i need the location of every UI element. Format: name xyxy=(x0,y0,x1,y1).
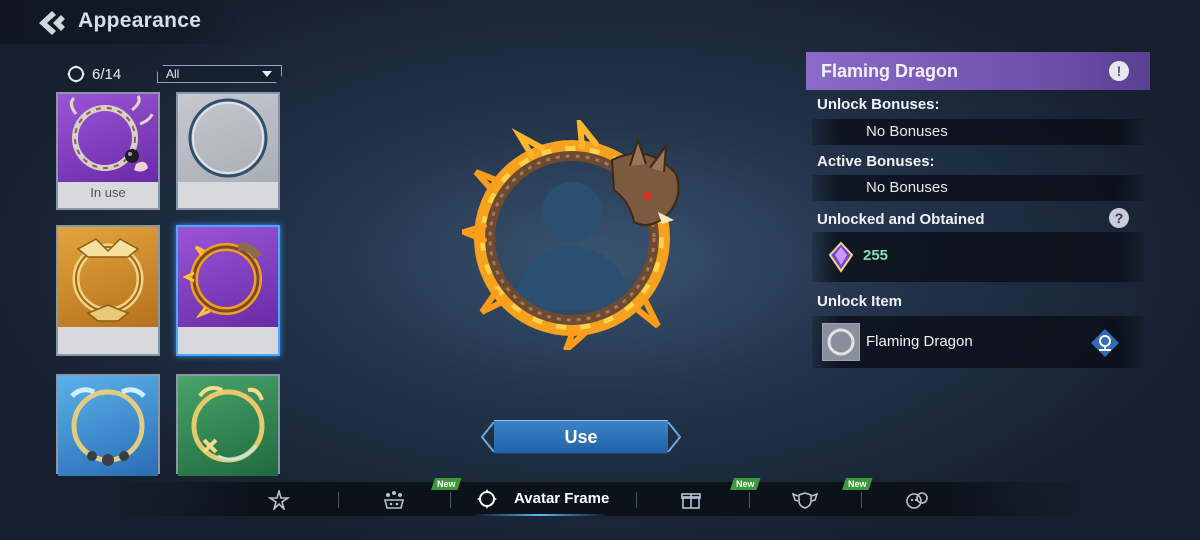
golden-leaf-frame-icon xyxy=(191,386,265,463)
frame-count-icon xyxy=(67,65,85,83)
shield-wings-icon xyxy=(792,492,818,509)
frame-tile-flaming-dragon[interactable] xyxy=(176,225,280,356)
unlock-item-thumbnail xyxy=(822,323,860,361)
unlock-item-title: Unlock Item xyxy=(817,293,903,310)
nav-item-gift[interactable] xyxy=(680,482,710,516)
bottom-nav: New Avatar Frame New New xyxy=(120,482,1080,516)
gift-box-icon xyxy=(681,493,701,509)
golden-ornate-frame-icon xyxy=(72,238,144,322)
nav-active-underline xyxy=(470,514,610,516)
crown-dots-icon xyxy=(383,491,405,509)
nav-separator xyxy=(338,492,339,508)
filter-value: All xyxy=(166,67,180,81)
unlock-item-name: Flaming Dragon xyxy=(866,333,973,350)
unlock-bonuses-value: No Bonuses xyxy=(866,123,948,140)
collection-count: 6/14 xyxy=(66,64,121,84)
new-badge: New xyxy=(730,478,761,490)
location-pin-icon[interactable] xyxy=(1090,328,1120,358)
unlocked-obtained-strip: 255 xyxy=(812,232,1144,282)
frame-name: Flaming Dragon xyxy=(821,61,959,81)
active-bonuses-value: No Bonuses xyxy=(866,179,948,196)
emote-icon xyxy=(906,492,928,509)
active-bonuses-strip: No Bonuses xyxy=(812,175,1144,201)
back-arrow-icon[interactable] xyxy=(36,9,70,37)
nav-active-label: Avatar Frame xyxy=(514,490,610,507)
chevron-down-icon xyxy=(261,68,273,80)
star-burst-icon xyxy=(268,490,290,510)
frame-tile-plain-silver[interactable] xyxy=(176,92,280,210)
wave-pearl-frame-icon xyxy=(70,387,146,466)
nav-separator xyxy=(749,492,750,508)
active-bonuses-title: Active Bonuses: xyxy=(817,153,935,170)
frame-tile-pearl-coral[interactable]: In use xyxy=(56,92,160,210)
unlocked-obtained-value: 255 xyxy=(863,247,889,264)
flaming-dragon-frame-icon xyxy=(182,242,262,319)
frame-tile-golden-ornate[interactable] xyxy=(56,225,160,356)
nav-item-crown[interactable] xyxy=(382,482,412,516)
frame-preview xyxy=(454,114,698,353)
plain-silver-frame-icon xyxy=(188,98,268,178)
right-arrow-decoration-icon xyxy=(667,422,682,452)
page-title: Appearance xyxy=(78,9,202,32)
unlock-item-row[interactable]: Flaming Dragon xyxy=(812,316,1144,368)
nav-separator xyxy=(861,492,862,508)
flaming-dragon-frame-preview xyxy=(454,114,680,353)
nav-separator xyxy=(636,492,637,508)
filter-dropdown[interactable]: All xyxy=(157,65,282,83)
crystal-currency-icon xyxy=(828,241,854,273)
use-button-label: Use xyxy=(564,427,598,447)
frame-thumbnail-icon xyxy=(827,328,855,356)
nav-item-star-burst[interactable] xyxy=(268,482,298,516)
nav-item-avatar-frame[interactable]: Avatar Frame xyxy=(450,482,628,516)
collection-count-text: 6/14 xyxy=(92,65,122,83)
unlock-bonuses-title: Unlock Bonuses: xyxy=(817,96,940,113)
tile-status: In use xyxy=(90,185,126,200)
pearl-coral-frame-icon xyxy=(69,95,154,172)
new-badge: New xyxy=(842,478,873,490)
nav-item-shield-wings[interactable] xyxy=(792,482,822,516)
frame-tile-golden-leaf[interactable] xyxy=(176,374,280,476)
nav-item-emote[interactable] xyxy=(904,482,934,516)
avatar-frame-icon xyxy=(477,489,497,509)
frame-tile-wave-pearl[interactable] xyxy=(56,374,160,476)
header-bar: Appearance xyxy=(0,0,240,44)
unlock-bonuses-strip: No Bonuses xyxy=(812,119,1144,145)
name-bar: Flaming Dragon ! xyxy=(806,52,1150,90)
unlocked-obtained-title: Unlocked and Obtained xyxy=(817,211,985,228)
use-button[interactable]: Use xyxy=(480,420,682,454)
info-icon[interactable]: ! xyxy=(1109,61,1129,81)
help-icon[interactable]: ? xyxy=(1109,208,1129,228)
